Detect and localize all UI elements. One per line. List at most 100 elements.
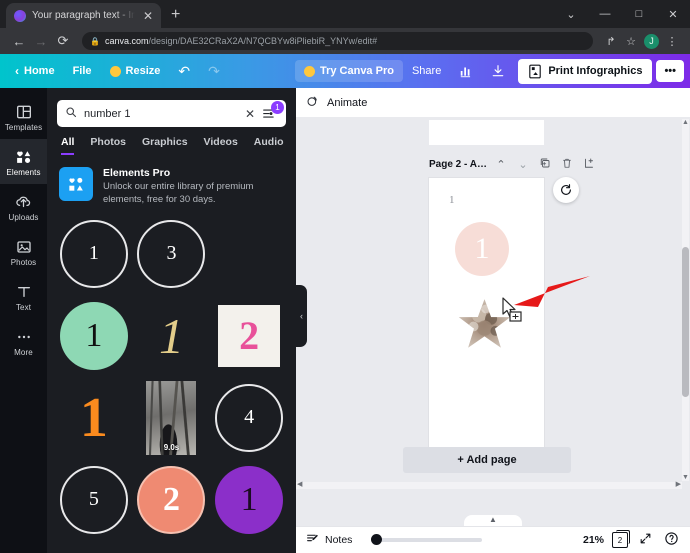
refresh-icon[interactable] (553, 177, 579, 203)
number-circle: 1 (215, 465, 284, 534)
duplicate-icon[interactable] (537, 157, 553, 172)
redo-icon[interactable]: ↷ (199, 59, 229, 84)
more-options-button[interactable]: ••• (656, 60, 684, 82)
status-bar: Notes 21% 2 (296, 526, 690, 553)
element-result[interactable]: 1 (59, 381, 129, 455)
scroll-right-arrow[interactable]: ▶ (676, 480, 681, 488)
undo-icon[interactable]: ↶ (169, 59, 199, 84)
tab-graphics[interactable]: Graphics (142, 136, 188, 155)
element-result[interactable]: 2 (137, 463, 207, 537)
address-bar[interactable]: 🔒 canva.com/design/DAE32CRaX2A/N7QCBYw8i… (82, 32, 593, 50)
element-result[interactable]: 5 (59, 463, 129, 537)
sidebar-item-photos[interactable]: Photos (0, 229, 47, 274)
scroll-thumb[interactable] (682, 247, 689, 397)
print-label: Print Infographics (548, 65, 643, 77)
chevron-left-icon: ‹ (15, 64, 19, 78)
browser-menu-icon[interactable]: ⋮ (662, 35, 682, 48)
page-name[interactable]: Page 2 - A… (429, 159, 487, 170)
drag-drop-cursor (502, 297, 522, 322)
scroll-left-arrow[interactable]: ◀ (297, 480, 302, 488)
file-button[interactable]: File (64, 60, 101, 82)
chevron-down-icon[interactable]: ⌄ (554, 0, 588, 28)
tab-audio[interactable]: Audio (254, 136, 284, 155)
design-canvas[interactable]: 1 1 (429, 178, 544, 463)
new-tab-button[interactable]: + (171, 6, 180, 24)
collapse-panel-handle[interactable]: ‹ (296, 285, 307, 347)
home-button[interactable]: ‹ Home (6, 59, 64, 83)
number-ring: 3 (137, 219, 206, 288)
sidebar-item-more[interactable]: More (0, 319, 47, 364)
templates-icon (15, 103, 32, 120)
tab-photos[interactable]: Photos (90, 136, 126, 155)
element-result[interactable]: 1 (59, 299, 129, 373)
panel-expand-handle[interactable]: ▲ (464, 515, 522, 526)
sidebar-item-text[interactable]: Text (0, 274, 47, 319)
element-result[interactable]: 1 (214, 463, 284, 537)
sidebar-item-label: Templates (4, 123, 43, 132)
scroll-down-arrow[interactable]: ▼ (682, 474, 689, 481)
move-page-down-icon[interactable]: ⌄ (515, 158, 531, 171)
element-result[interactable]: 4 (214, 381, 284, 455)
download-button[interactable] (482, 59, 514, 83)
resize-button[interactable]: Resize (101, 60, 170, 82)
trash-icon[interactable] (559, 157, 575, 172)
search-input[interactable] (84, 107, 238, 120)
share-icon[interactable]: ↱ (601, 35, 621, 48)
sidebar-item-uploads[interactable]: Uploads (0, 184, 47, 229)
tab-title: Your paragraph text - Infograph (32, 10, 135, 21)
tab-videos[interactable]: Videos (204, 136, 238, 155)
search-box[interactable]: ✕ 1 (57, 100, 286, 127)
canvas-text-number[interactable]: 1 (449, 194, 455, 206)
browser-tab[interactable]: Your paragraph text - Infograph ✕ (6, 3, 161, 28)
add-page-button[interactable]: + Add page (403, 447, 571, 473)
notes-button[interactable]: Notes (306, 532, 352, 548)
try-canva-pro-button[interactable]: Try Canva Pro (294, 60, 403, 82)
sidebar-item-templates[interactable]: Templates (0, 94, 47, 139)
zoom-slider[interactable] (371, 534, 483, 545)
help-icon[interactable] (662, 531, 680, 549)
sidebar-item-elements[interactable]: Elements (0, 139, 47, 184)
reload-icon[interactable]: ⟳ (52, 33, 74, 49)
number-script: 1 (158, 307, 184, 364)
clear-search-icon[interactable]: ✕ (245, 107, 255, 121)
bar-chart-icon (461, 67, 471, 78)
previous-page-edge (429, 120, 544, 145)
promo-description: Unlock our entire library of premium ele… (103, 181, 254, 205)
search-results-grid: 1 3 1 1 2 1 9.0s 4 5 2 1 (47, 207, 296, 537)
number-circle: 2 (137, 465, 206, 534)
vertical-scrollbar[interactable]: ▲ ▼ (682, 119, 689, 481)
insights-button[interactable] (450, 59, 482, 83)
share-button[interactable]: Share (403, 60, 450, 82)
move-page-up-icon[interactable]: ⌃ (493, 158, 509, 171)
avatar[interactable]: J (644, 33, 659, 49)
horizontal-scrollbar[interactable]: ◀ ▶ (296, 480, 682, 489)
filter-button[interactable]: 1 (262, 100, 284, 122)
zoom-slider-knob[interactable] (371, 534, 383, 545)
bookmark-star-icon[interactable]: ☆ (621, 35, 641, 48)
elements-pro-promo[interactable]: Elements Pro Unlock our entire library o… (47, 155, 296, 207)
element-result[interactable]: 2 (214, 299, 284, 373)
canvas-number-circle[interactable]: 1 (455, 222, 509, 276)
page-count-badge[interactable]: 2 (612, 530, 630, 548)
maximize-button[interactable]: □ (622, 0, 656, 28)
expand-icon[interactable] (636, 532, 654, 548)
close-window-button[interactable]: ✕ (656, 0, 690, 28)
forward-icon[interactable]: → (30, 34, 52, 49)
url-host: canva.com (104, 36, 149, 46)
close-icon[interactable]: ✕ (141, 10, 155, 22)
element-result-video[interactable]: 9.0s (137, 380, 207, 455)
canva-header: ‹ Home File Resize ↶ ↷ Try Canva Pro Sha… (0, 54, 690, 88)
tab-all[interactable]: All (61, 136, 75, 155)
zoom-level[interactable]: 21% (583, 534, 604, 546)
element-result[interactable]: 1 (137, 299, 207, 373)
element-result[interactable]: 1 (59, 217, 129, 291)
print-infographics-button[interactable]: Print Infographics (518, 58, 653, 84)
element-result[interactable]: 3 (137, 217, 207, 291)
lock-icon[interactable] (581, 157, 597, 172)
scroll-up-arrow[interactable]: ▲ (682, 119, 689, 126)
back-icon[interactable]: ← (8, 34, 30, 49)
animate-label[interactable]: Animate (327, 97, 367, 109)
minimize-button[interactable]: — (588, 0, 622, 28)
sidebar-item-label: Text (15, 303, 32, 312)
elements-icon (15, 148, 32, 165)
